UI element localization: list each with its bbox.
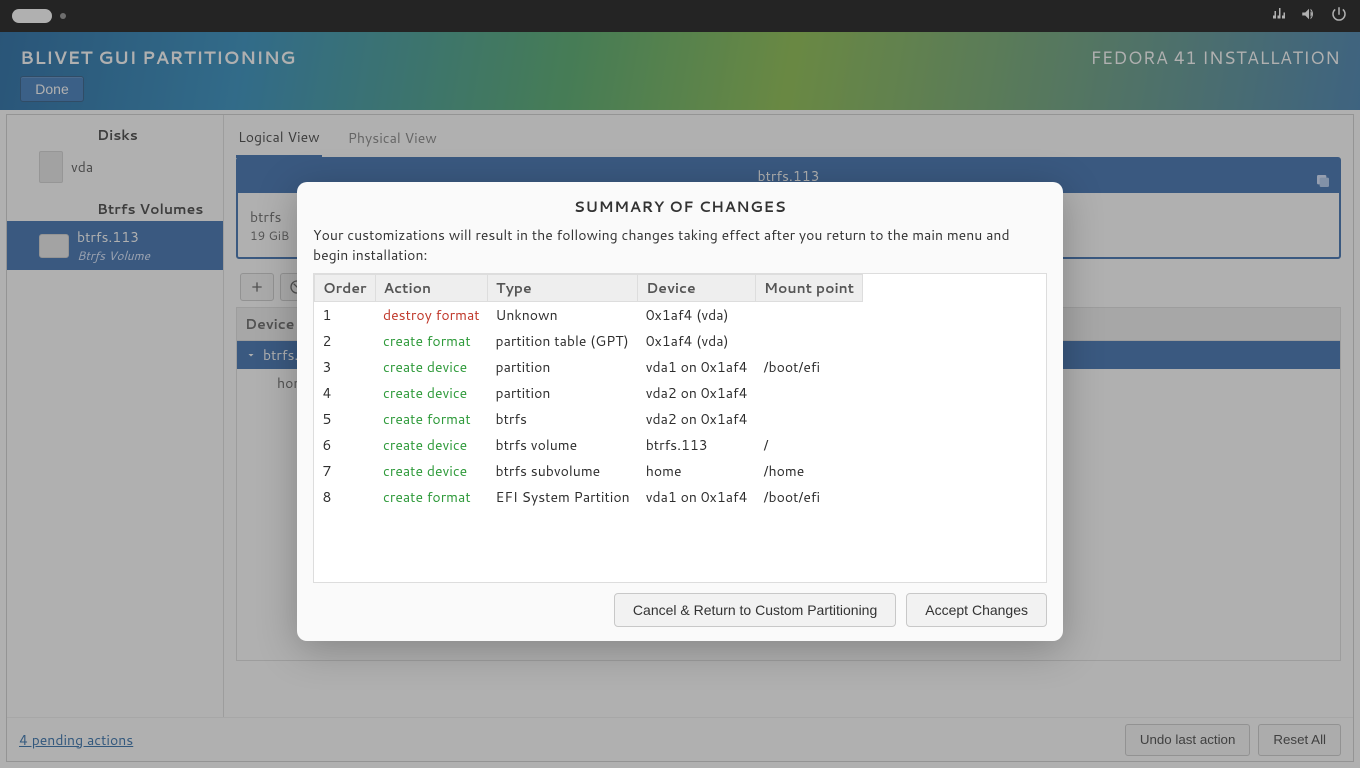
cell-device: vda1 on 0x1af4	[638, 354, 756, 380]
cell-order: 3	[315, 354, 376, 380]
cell-action: create format	[375, 328, 488, 354]
accept-changes-button[interactable]: Accept Changes	[906, 593, 1047, 627]
cell-device: 0x1af4 (vda)	[638, 302, 756, 329]
changes-table: Order Action Type Device Mount point 1de…	[314, 274, 863, 510]
cell-order: 1	[315, 302, 376, 329]
table-row[interactable]: 8create formatEFI System Partitionvda1 o…	[315, 484, 863, 510]
cell-mount: /	[756, 432, 863, 458]
cell-type: EFI System Partition	[488, 484, 638, 510]
cell-device: home	[638, 458, 756, 484]
cell-order: 7	[315, 458, 376, 484]
cell-type: btrfs	[488, 406, 638, 432]
cell-action: destroy format	[375, 302, 488, 329]
cell-mount	[756, 406, 863, 432]
table-row[interactable]: 6create devicebtrfs volumebtrfs.113/	[315, 432, 863, 458]
cell-device: btrfs.113	[638, 432, 756, 458]
changes-table-wrap[interactable]: Order Action Type Device Mount point 1de…	[313, 273, 1047, 583]
cell-type: Unknown	[488, 302, 638, 329]
cell-action: create device	[375, 380, 488, 406]
cell-device: 0x1af4 (vda)	[638, 328, 756, 354]
table-row[interactable]: 1destroy formatUnknown0x1af4 (vda)	[315, 302, 863, 329]
col-device: Device	[638, 275, 756, 302]
cell-order: 5	[315, 406, 376, 432]
cell-type: partition	[488, 380, 638, 406]
cell-action: create format	[375, 406, 488, 432]
table-row[interactable]: 5create formatbtrfsvda2 on 0x1af4	[315, 406, 863, 432]
cell-device: vda1 on 0x1af4	[638, 484, 756, 510]
cell-mount: /boot/efi	[756, 354, 863, 380]
cell-type: btrfs volume	[488, 432, 638, 458]
cell-action: create device	[375, 432, 488, 458]
cell-mount	[756, 380, 863, 406]
cell-type: partition	[488, 354, 638, 380]
summary-of-changes-dialog: SUMMARY OF CHANGES Your customizations w…	[297, 182, 1063, 641]
cell-mount: /home	[756, 458, 863, 484]
dialog-title: SUMMARY OF CHANGES	[297, 182, 1063, 225]
table-row[interactable]: 3create devicepartitionvda1 on 0x1af4/bo…	[315, 354, 863, 380]
cell-mount	[756, 302, 863, 329]
cell-order: 4	[315, 380, 376, 406]
cell-type: partition table (GPT)	[488, 328, 638, 354]
col-order: Order	[315, 275, 376, 302]
cell-action: create device	[375, 458, 488, 484]
col-action: Action	[375, 275, 488, 302]
table-row[interactable]: 2create formatpartition table (GPT)0x1af…	[315, 328, 863, 354]
cell-mount: /boot/efi	[756, 484, 863, 510]
cell-action: create format	[375, 484, 488, 510]
cell-mount	[756, 328, 863, 354]
table-row[interactable]: 4create devicepartitionvda2 on 0x1af4	[315, 380, 863, 406]
cancel-button[interactable]: Cancel & Return to Custom Partitioning	[614, 593, 896, 627]
cell-action: create device	[375, 354, 488, 380]
dialog-intro: Your customizations will result in the f…	[297, 225, 1063, 273]
table-row[interactable]: 7create devicebtrfs subvolumehome/home	[315, 458, 863, 484]
cell-order: 6	[315, 432, 376, 458]
col-mount: Mount point	[756, 275, 863, 302]
cell-device: vda2 on 0x1af4	[638, 380, 756, 406]
cell-order: 8	[315, 484, 376, 510]
cell-order: 2	[315, 328, 376, 354]
col-type: Type	[488, 275, 638, 302]
cell-type: btrfs subvolume	[488, 458, 638, 484]
cell-device: vda2 on 0x1af4	[638, 406, 756, 432]
